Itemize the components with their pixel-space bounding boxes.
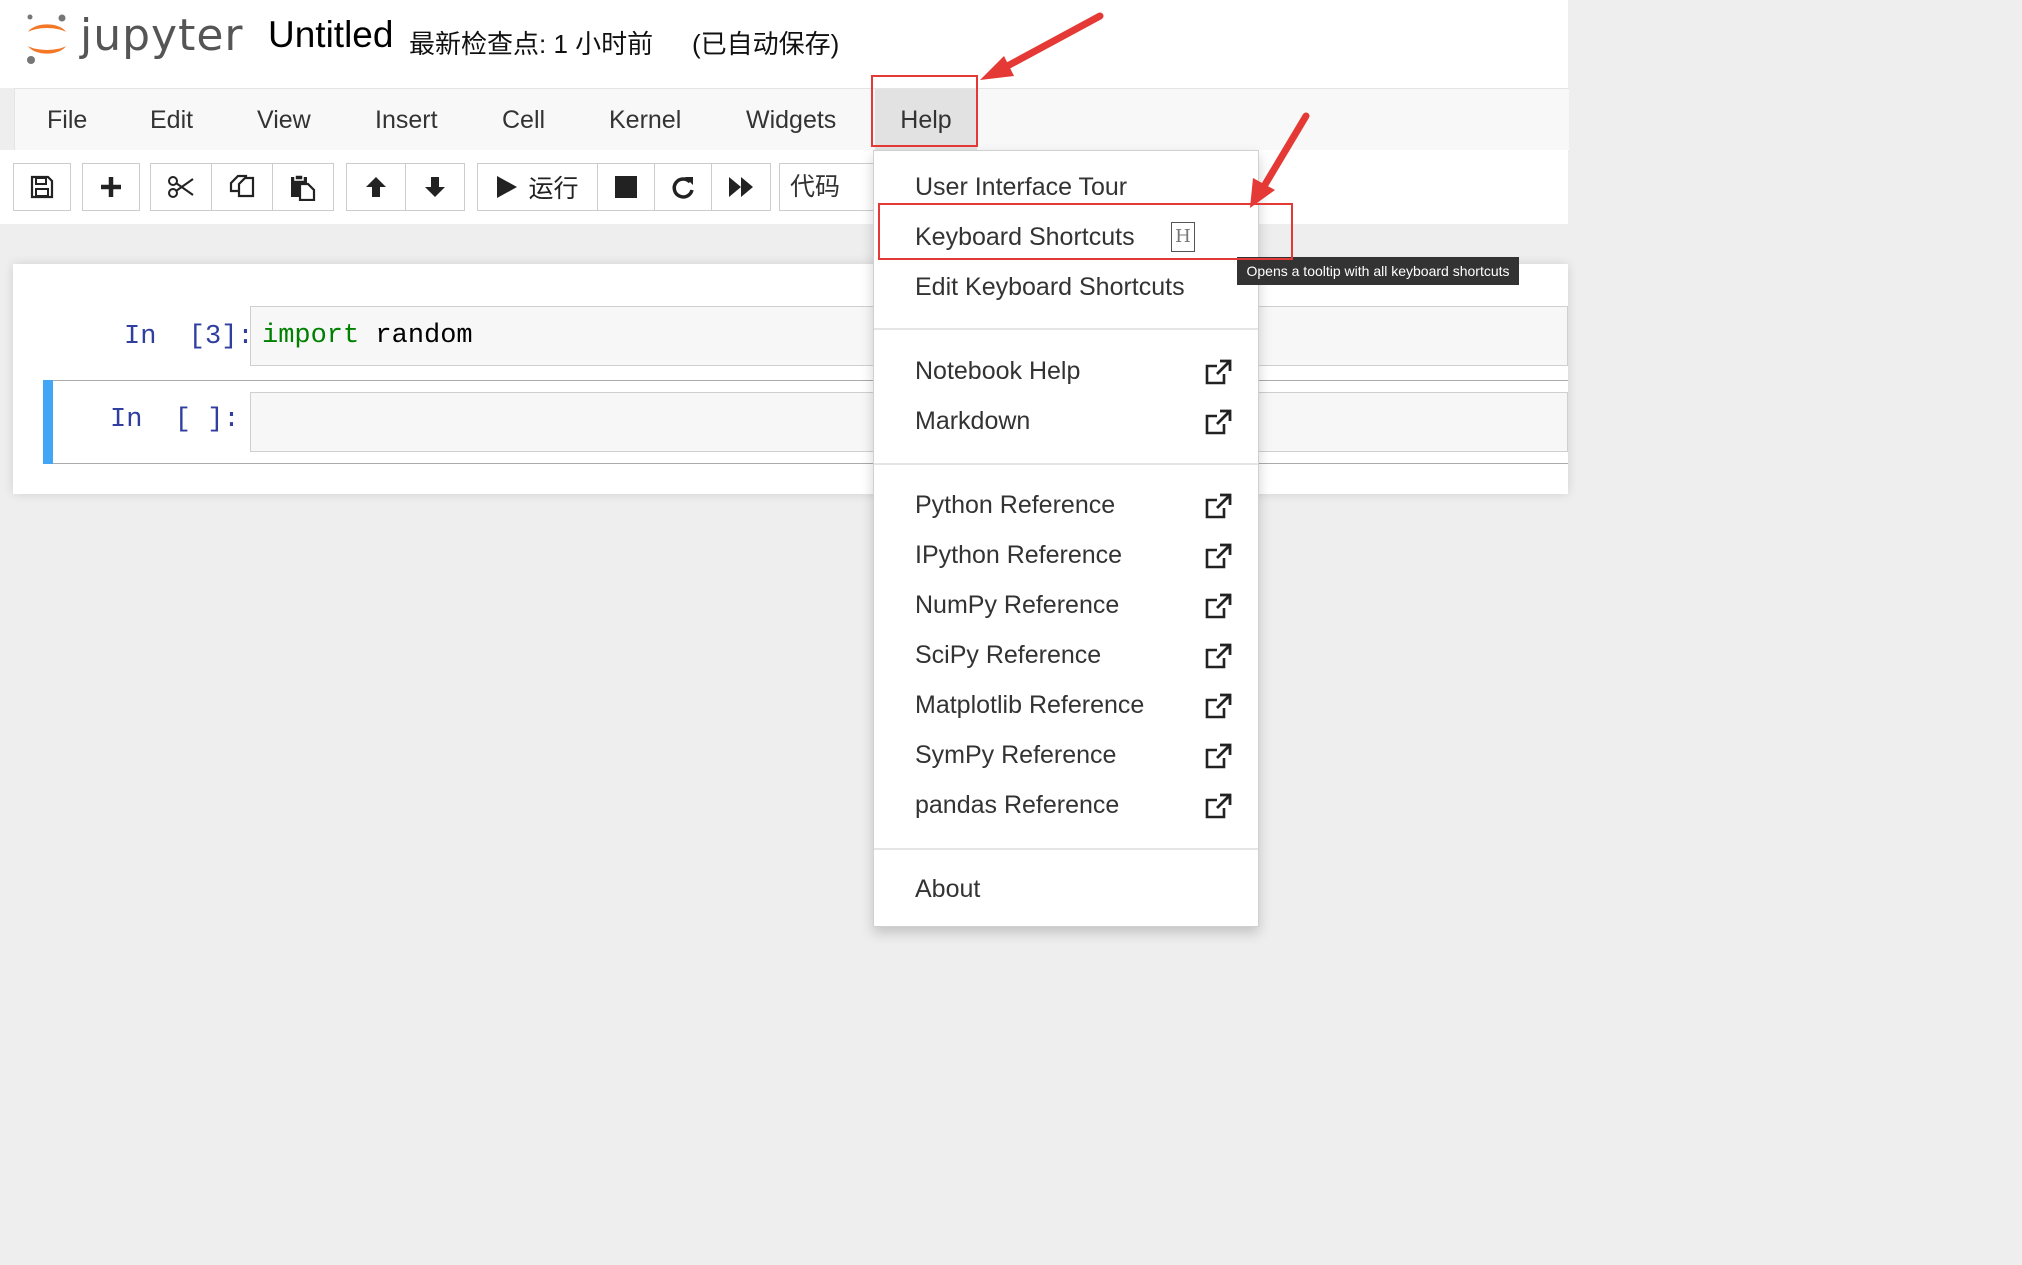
restart-button[interactable] (654, 163, 712, 211)
paste-button[interactable] (272, 163, 334, 211)
interrupt-button[interactable] (597, 163, 655, 211)
menubar: File Edit View Insert Cell Kernel Widget… (14, 88, 1569, 152)
toolbar: 运行 代码 (0, 150, 1568, 224)
menu-insert[interactable]: Insert (375, 89, 438, 151)
plus-icon (101, 177, 121, 197)
menu-divider (874, 328, 1258, 330)
jupyter-logo-icon[interactable] (22, 10, 72, 66)
move-up-button[interactable] (346, 163, 406, 211)
menu-divider (874, 848, 1258, 850)
stop-icon (615, 176, 637, 198)
fast-forward-icon (729, 177, 753, 197)
menu-divider (874, 463, 1258, 465)
external-link-icon (1205, 643, 1232, 669)
code-keyword: import (262, 321, 360, 351)
external-link-icon (1205, 693, 1232, 719)
menu-item-ipython-reference[interactable]: IPython Reference (915, 541, 1122, 570)
menu-edit[interactable]: Edit (150, 89, 193, 151)
menu-item-markdown[interactable]: Markdown (915, 407, 1030, 436)
menu-item-matplotlib-reference[interactable]: Matplotlib Reference (915, 691, 1144, 720)
selected-cell[interactable]: In [ ]: (43, 380, 1568, 464)
autosave-status: (已自动保存) (692, 29, 840, 59)
keyboard-shortcuts-tooltip: Opens a tooltip with all keyboard shortc… (1237, 257, 1519, 285)
menu-file[interactable]: File (47, 89, 87, 151)
help-dropdown-menu: User Interface Tour Keyboard Shortcuts H… (873, 150, 1259, 927)
menu-item-user-interface-tour[interactable]: User Interface Tour (915, 173, 1127, 202)
external-link-icon (1205, 543, 1232, 569)
menu-item-pandas-reference[interactable]: pandas Reference (915, 791, 1119, 820)
menu-kernel[interactable]: Kernel (609, 89, 681, 151)
menu-view[interactable]: View (257, 89, 311, 151)
external-link-icon (1205, 743, 1232, 769)
menu-item-python-reference[interactable]: Python Reference (915, 491, 1115, 520)
move-down-button[interactable] (405, 163, 465, 211)
copy-icon (229, 174, 255, 198)
help-menu-highlight-box (871, 75, 978, 147)
arrow-up-icon (366, 177, 386, 197)
cut-button[interactable] (150, 163, 212, 211)
notebook-title[interactable]: Untitled (268, 14, 393, 56)
menu-item-edit-keyboard-shortcuts[interactable]: Edit Keyboard Shortcuts (915, 273, 1185, 302)
external-link-icon (1205, 593, 1232, 619)
code-text: import random (262, 321, 473, 351)
insert-cell-button[interactable] (82, 163, 140, 211)
cell-type-select[interactable]: 代码 (779, 163, 879, 211)
menu-item-sympy-reference[interactable]: SymPy Reference (915, 741, 1116, 770)
save-icon (30, 175, 54, 199)
run-label: 运行 (528, 175, 579, 203)
menu-item-about[interactable]: About (915, 875, 980, 904)
header: jupyter Untitled 最新检查点: 1 小时前 (已自动保存) (0, 0, 1568, 88)
external-link-icon (1205, 493, 1232, 519)
scissors-icon (168, 176, 194, 198)
external-link-icon (1205, 359, 1232, 385)
notebook-container: In [3]: import random In [ ]: (13, 264, 1568, 494)
keyboard-shortcuts-highlight-box (878, 203, 1293, 260)
external-link-icon (1205, 793, 1232, 819)
external-link-icon (1205, 409, 1232, 435)
play-icon (497, 176, 518, 198)
menu-cell[interactable]: Cell (502, 89, 545, 151)
menu-item-numpy-reference[interactable]: NumPy Reference (915, 591, 1119, 620)
paste-icon (291, 174, 316, 201)
cell-prompt: In [ ]: (110, 405, 240, 435)
cell-prompt: In [3]: (124, 322, 254, 352)
arrow-down-icon (425, 177, 445, 197)
code-rest: random (359, 321, 473, 351)
run-button[interactable]: 运行 (477, 163, 598, 211)
menu-item-scipy-reference[interactable]: SciPy Reference (915, 641, 1101, 670)
menu-widgets[interactable]: Widgets (746, 89, 836, 151)
restart-icon (672, 177, 694, 199)
save-button[interactable] (13, 163, 71, 211)
copy-button[interactable] (211, 163, 273, 211)
jupyter-logo-text[interactable]: jupyter (80, 10, 244, 61)
checkpoint-status: 最新检查点: 1 小时前 (409, 29, 654, 59)
restart-run-all-button[interactable] (711, 163, 771, 211)
menu-item-notebook-help[interactable]: Notebook Help (915, 357, 1080, 386)
cell-selection-bar (43, 380, 53, 464)
